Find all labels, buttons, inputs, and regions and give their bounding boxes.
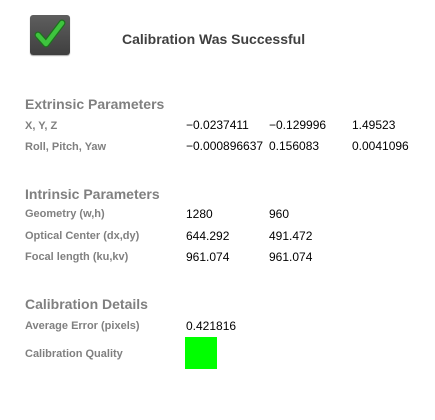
geometry-h-value: 960: [269, 207, 290, 221]
pitch-value: 0.156083: [269, 139, 320, 153]
focal-length-ku-value: 961.074: [186, 250, 230, 264]
geometry-label: Geometry (w,h): [25, 208, 105, 220]
optical-center-label: Optical Center (dx,dy): [25, 230, 140, 242]
yaw-value: 0.0041096: [352, 139, 409, 153]
y-value: −0.129996: [269, 118, 327, 132]
x-value: −0.0237411: [186, 118, 249, 132]
page-title: Calibration Was Successful: [122, 31, 306, 47]
extrinsic-heading: Extrinsic Parameters: [25, 96, 165, 112]
roll-value: −0.000896637: [186, 139, 264, 153]
intrinsic-heading: Intrinsic Parameters: [25, 186, 160, 202]
average-error-label: Average Error (pixels): [25, 320, 140, 332]
xyz-label: X, Y, Z: [25, 120, 58, 132]
calibration-quality-indicator: [185, 337, 217, 369]
average-error-value: 0.421816: [186, 319, 237, 333]
optical-center-dy-value: 491.472: [269, 229, 313, 243]
focal-length-label: Focal length (ku,kv): [25, 251, 129, 263]
roll-pitch-yaw-label: Roll, Pitch, Yaw: [25, 141, 107, 153]
z-value: 1.49523: [352, 118, 396, 132]
status-icon-box: [30, 15, 70, 55]
calibration-quality-label: Calibration Quality: [25, 348, 123, 360]
calibration-details-heading: Calibration Details: [25, 296, 148, 312]
checkmark-icon: [34, 19, 66, 48]
optical-center-dx-value: 644.292: [186, 229, 230, 243]
geometry-w-value: 1280: [186, 207, 213, 221]
focal-length-kv-value: 961.074: [269, 250, 313, 264]
